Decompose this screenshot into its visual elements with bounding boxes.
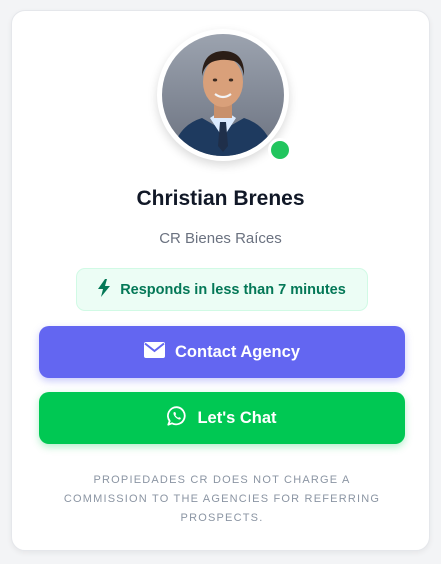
lets-chat-button[interactable]: Let's Chat [39,392,405,444]
whatsapp-icon [167,405,187,431]
lets-chat-label: Let's Chat [197,408,277,427]
avatar [157,29,289,161]
agent-name: Christian Brenes [136,187,305,210]
avatar-container [157,29,292,162]
contact-agency-button[interactable]: Contact Agency [39,326,405,378]
response-time-text: Responds in less than 7 minutes [120,281,346,298]
envelope-icon [144,341,165,363]
agency-name: CR Bienes Raíces [159,230,282,247]
contact-agency-label: Contact Agency [175,342,300,361]
lightning-bolt-icon [98,278,111,301]
online-status-indicator [268,138,292,162]
response-time-badge: Responds in less than 7 minutes [76,268,368,311]
agent-card: Christian Brenes CR Bienes Raíces Respon… [11,10,430,551]
agent-photo [162,34,284,156]
commission-disclaimer: PROPIEDADES CR DOES NOT CHARGE A COMMISS… [63,474,381,524]
